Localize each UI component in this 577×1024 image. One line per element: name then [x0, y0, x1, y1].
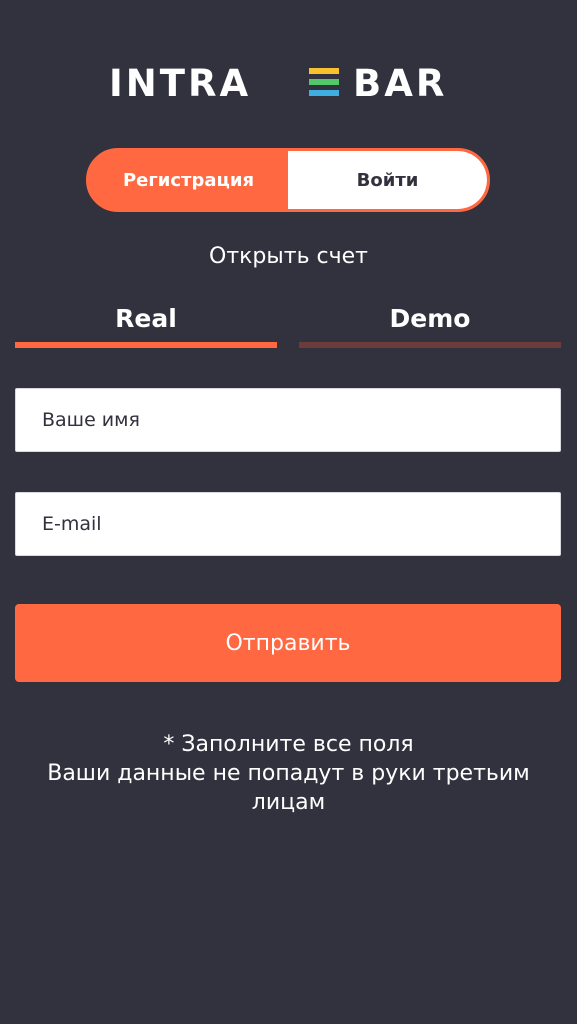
tab-demo[interactable]: Demo [299, 300, 561, 350]
logo-e-stripes [308, 68, 339, 96]
account-type-tabs: Real Demo [15, 300, 561, 350]
register-tab-button[interactable]: Регистрация [89, 151, 288, 209]
form-notes: * Заполните все поля Ваши данные не попа… [20, 730, 557, 817]
tab-real-label: Real [115, 304, 177, 333]
auth-mode-toggle: Регистрация Войти [86, 148, 490, 212]
tab-demo-label: Demo [389, 304, 471, 333]
email-input[interactable] [15, 492, 561, 556]
login-tab-button[interactable]: Войти [288, 151, 487, 209]
tab-real[interactable]: Real [15, 300, 277, 350]
required-fields-note: * Заполните все поля [163, 732, 414, 757]
submit-button[interactable]: Отправить [15, 604, 561, 682]
privacy-note: Ваши данные не попадут в руки третьим ли… [47, 761, 530, 815]
intrade-bar-logo: INTRA BAR [0, 62, 577, 102]
name-input[interactable] [15, 388, 561, 452]
tab-real-underline [15, 342, 277, 348]
open-account-title: Открыть счет [209, 244, 368, 269]
logo-text-left: INTRA [109, 62, 251, 102]
tab-demo-underline [299, 342, 561, 348]
logo-text-right: BAR [353, 62, 447, 102]
logo-graphic: INTRA BAR [109, 62, 447, 102]
